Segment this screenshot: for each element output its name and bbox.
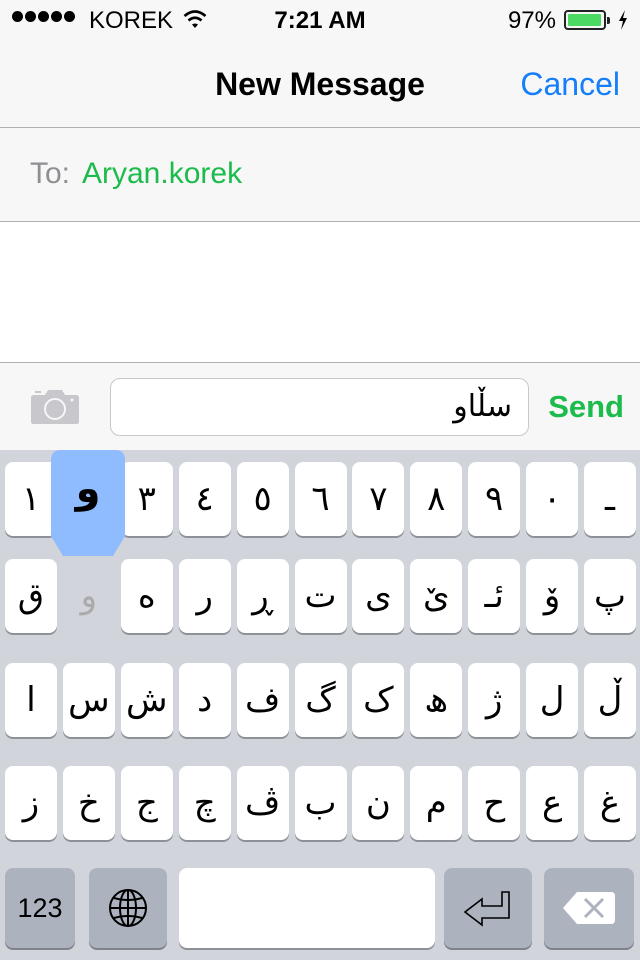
key-row2-3[interactable]: ه bbox=[120, 559, 173, 633]
key-row4-6[interactable]: ب bbox=[294, 766, 347, 840]
key-row2-11[interactable]: پ bbox=[584, 559, 636, 633]
to-field[interactable]: To: Aryan.korek bbox=[0, 129, 640, 222]
key-row4-7[interactable]: ن bbox=[352, 766, 405, 840]
key-row2-10[interactable]: ۆ bbox=[526, 559, 579, 633]
message-input[interactable]: سڵاو bbox=[110, 378, 529, 436]
nav-bar: New Message Cancel bbox=[0, 40, 640, 128]
numbers-key-label: 123 bbox=[17, 892, 63, 923]
key-row2-1[interactable]: ق bbox=[5, 559, 57, 633]
cancel-button[interactable]: Cancel bbox=[520, 66, 620, 103]
battery-percentage: 97% bbox=[507, 7, 556, 34]
key-row1-5[interactable]: ٥ bbox=[236, 462, 289, 536]
status-bar: KOREK 7:21 AM 97% bbox=[0, 0, 640, 40]
key-row3-2[interactable]: س bbox=[62, 663, 115, 737]
key-row3-6[interactable]: گ bbox=[294, 663, 347, 737]
key-row4-2[interactable]: خ bbox=[62, 766, 115, 840]
key-row4-11[interactable]: غ bbox=[584, 766, 636, 840]
key-row4-10[interactable]: ع bbox=[526, 766, 579, 840]
compose-bar: سڵاو Send bbox=[0, 362, 640, 450]
globe-icon bbox=[109, 889, 147, 927]
key-row1-3[interactable]: ٣ bbox=[120, 462, 173, 536]
key-row3-9[interactable]: ژ bbox=[468, 663, 521, 737]
key-row3-3[interactable]: ش bbox=[120, 663, 173, 737]
key-row3-4[interactable]: د bbox=[178, 663, 231, 737]
key-row4-4[interactable]: چ bbox=[178, 766, 231, 840]
camera-icon[interactable] bbox=[30, 387, 80, 425]
key-row2-4[interactable]: ر bbox=[178, 559, 231, 633]
return-icon bbox=[463, 891, 510, 927]
key-row2-7[interactable]: ی bbox=[352, 559, 405, 633]
return-key[interactable] bbox=[444, 868, 532, 948]
key-row3-11[interactable]: ڵ bbox=[584, 663, 636, 737]
numbers-key[interactable]: 123 bbox=[5, 868, 75, 948]
key-row4-8[interactable]: م bbox=[410, 766, 463, 840]
key-preview-popup: و bbox=[51, 450, 125, 558]
key-row3-10[interactable]: ل bbox=[526, 663, 579, 737]
key-row3-5[interactable]: ف bbox=[236, 663, 289, 737]
key-row4-3[interactable]: ج bbox=[120, 766, 173, 840]
key-row2-8[interactable]: ێ bbox=[410, 559, 463, 633]
key-row3-1[interactable]: ا bbox=[5, 663, 57, 737]
globe-key[interactable] bbox=[89, 868, 167, 948]
key-row1-8[interactable]: ٨ bbox=[410, 462, 463, 536]
key-row4-5[interactable]: ڤ bbox=[236, 766, 289, 840]
key-row3-8[interactable]: ھ bbox=[410, 663, 463, 737]
key-preview-label: و bbox=[75, 466, 101, 512]
space-key[interactable] bbox=[179, 868, 435, 948]
key-row1-6[interactable]: ٦ bbox=[294, 462, 347, 536]
key-row2-9[interactable]: ئـ bbox=[468, 559, 521, 633]
key-row1-11[interactable]: ـ bbox=[584, 462, 636, 536]
key-row3-7[interactable]: ک bbox=[352, 663, 405, 737]
charging-bolt-icon bbox=[619, 10, 627, 30]
key-row2-6[interactable]: ت bbox=[294, 559, 347, 633]
delete-key[interactable] bbox=[544, 868, 634, 948]
message-thread-area bbox=[0, 222, 640, 362]
send-button[interactable]: Send bbox=[548, 389, 624, 425]
key-row4-9[interactable]: ح bbox=[468, 766, 521, 840]
key-row1-9[interactable]: ٩ bbox=[468, 462, 521, 536]
to-label: To: bbox=[30, 157, 71, 190]
key-row2-5[interactable]: ڕ bbox=[236, 559, 289, 633]
recipient-token[interactable]: Aryan.korek bbox=[82, 157, 242, 191]
battery-fill bbox=[568, 14, 601, 26]
key-row1-10[interactable]: ٠ bbox=[526, 462, 579, 536]
key-row2-2[interactable]: و bbox=[62, 559, 115, 633]
battery-icon bbox=[564, 10, 610, 30]
backspace-icon bbox=[563, 892, 615, 924]
key-row1-1[interactable]: ١ bbox=[5, 462, 57, 536]
key-row1-7[interactable]: ٧ bbox=[352, 462, 405, 536]
key-row1-4[interactable]: ٤ bbox=[178, 462, 231, 536]
key-row4-1[interactable]: ز bbox=[5, 766, 57, 840]
